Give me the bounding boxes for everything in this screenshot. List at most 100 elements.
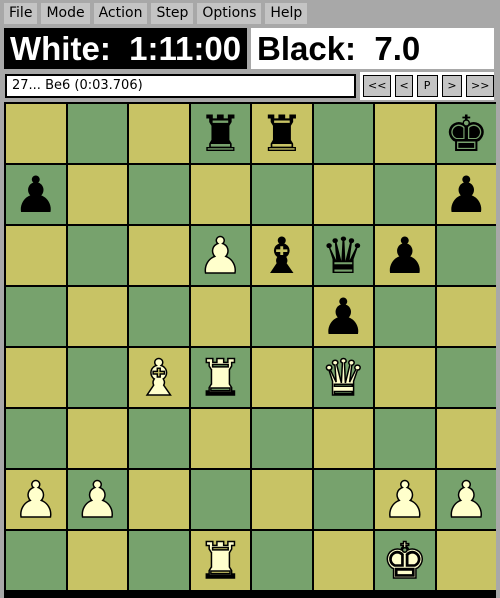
black-rook-icon[interactable]: ♜ [198, 109, 243, 159]
black-pawn-icon[interactable]: ♟ [13, 170, 58, 220]
menu-action[interactable]: Action [93, 3, 148, 24]
square-b4[interactable] [67, 348, 127, 407]
black-rook-icon[interactable]: ♜ [259, 109, 304, 159]
white-queen-icon[interactable]: ♛ [320, 352, 366, 404]
square-d2[interactable] [190, 470, 250, 529]
square-h2[interactable]: ♟ [436, 470, 496, 529]
square-a3[interactable] [6, 409, 66, 468]
white-pawn-icon[interactable]: ♟ [382, 474, 428, 526]
chess-board[interactable]: ♜ ♜ ♚ ♟ ♟ ♟ ♝ ♛ ♟ ♟ ♝ ♜ ♛ ♟ ♟ ♟ ♟ ♜ ♚ [4, 102, 496, 598]
square-c7[interactable] [129, 165, 189, 224]
square-d7[interactable] [190, 165, 250, 224]
square-b6[interactable] [67, 226, 127, 285]
square-h5[interactable] [436, 287, 496, 346]
square-b5[interactable] [67, 287, 127, 346]
menu-mode[interactable]: Mode [41, 3, 90, 24]
square-h3[interactable] [436, 409, 496, 468]
square-a7[interactable]: ♟ [6, 165, 66, 224]
black-pawn-icon[interactable]: ♟ [382, 231, 427, 281]
black-bishop-icon[interactable]: ♝ [259, 231, 304, 281]
square-b2[interactable]: ♟ [67, 470, 127, 529]
square-g5[interactable] [375, 287, 435, 346]
square-h4[interactable] [436, 348, 496, 407]
square-g3[interactable] [375, 409, 435, 468]
square-e6[interactable]: ♝ [252, 226, 312, 285]
square-b1[interactable] [67, 531, 127, 590]
square-d6[interactable]: ♟ [190, 226, 250, 285]
nav-first-button[interactable]: << [363, 75, 392, 97]
square-g7[interactable] [375, 165, 435, 224]
white-pawn-icon[interactable]: ♟ [197, 230, 243, 282]
square-e1[interactable] [252, 531, 312, 590]
square-f2[interactable] [313, 470, 373, 529]
square-f8[interactable] [313, 104, 373, 163]
menu-options[interactable]: Options [197, 3, 262, 24]
white-pawn-icon[interactable]: ♟ [74, 474, 120, 526]
square-e8[interactable]: ♜ [252, 104, 312, 163]
square-g8[interactable] [375, 104, 435, 163]
square-c4[interactable]: ♝ [129, 348, 189, 407]
square-h1[interactable] [436, 531, 496, 590]
square-g2[interactable]: ♟ [375, 470, 435, 529]
square-e2[interactable] [252, 470, 312, 529]
nav-pause-button[interactable]: P [416, 75, 438, 97]
square-f6[interactable]: ♛ [313, 226, 373, 285]
square-g6[interactable]: ♟ [375, 226, 435, 285]
square-e3[interactable] [252, 409, 312, 468]
square-a2[interactable]: ♟ [6, 470, 66, 529]
square-d8[interactable]: ♜ [190, 104, 250, 163]
square-a1[interactable] [6, 531, 66, 590]
square-a4[interactable] [6, 348, 66, 407]
square-b7[interactable] [67, 165, 127, 224]
white-clock: White: 1:11:00 [4, 28, 247, 69]
square-c6[interactable] [129, 226, 189, 285]
square-c2[interactable] [129, 470, 189, 529]
white-king-icon[interactable]: ♚ [382, 535, 428, 587]
square-g4[interactable] [375, 348, 435, 407]
square-h8[interactable]: ♚ [436, 104, 496, 163]
square-g1[interactable]: ♚ [375, 531, 435, 590]
square-c5[interactable] [129, 287, 189, 346]
nav-forward-button[interactable]: > [441, 75, 463, 97]
square-f1[interactable] [313, 531, 373, 590]
move-status: 27... Be6 (0:03.706) [5, 74, 356, 98]
square-a5[interactable] [6, 287, 66, 346]
square-c8[interactable] [129, 104, 189, 163]
white-pawn-icon[interactable]: ♟ [443, 474, 489, 526]
square-b3[interactable] [67, 409, 127, 468]
square-f3[interactable] [313, 409, 373, 468]
square-f4[interactable]: ♛ [313, 348, 373, 407]
black-clock: Black: 7.0 [251, 28, 494, 69]
navigation-buttons: << < P > >> [360, 72, 495, 100]
square-e5[interactable] [252, 287, 312, 346]
square-h6[interactable] [436, 226, 496, 285]
square-e4[interactable] [252, 348, 312, 407]
square-d3[interactable] [190, 409, 250, 468]
white-rook-icon[interactable]: ♜ [197, 352, 243, 404]
menu-step[interactable]: Step [151, 3, 194, 24]
menu-help[interactable]: Help [265, 3, 308, 24]
square-c3[interactable] [129, 409, 189, 468]
square-d4[interactable]: ♜ [190, 348, 250, 407]
square-b8[interactable] [67, 104, 127, 163]
square-a6[interactable] [6, 226, 66, 285]
square-d1[interactable]: ♜ [190, 531, 250, 590]
black-queen-icon[interactable]: ♛ [321, 231, 366, 281]
black-pawn-icon[interactable]: ♟ [321, 292, 366, 342]
black-pawn-icon[interactable]: ♟ [444, 170, 489, 220]
square-e7[interactable] [252, 165, 312, 224]
nav-last-button[interactable]: >> [466, 75, 495, 97]
menu-file[interactable]: File [4, 3, 38, 24]
menu-bar: File Mode Action Step Options Help [4, 3, 308, 24]
square-a8[interactable] [6, 104, 66, 163]
white-pawn-icon[interactable]: ♟ [13, 474, 59, 526]
nav-back-button[interactable]: < [395, 75, 413, 97]
square-h7[interactable]: ♟ [436, 165, 496, 224]
square-f5[interactable]: ♟ [313, 287, 373, 346]
white-rook-icon[interactable]: ♜ [197, 535, 243, 587]
square-d5[interactable] [190, 287, 250, 346]
square-f7[interactable] [313, 165, 373, 224]
white-bishop-icon[interactable]: ♝ [136, 352, 182, 404]
square-c1[interactable] [129, 531, 189, 590]
black-king-icon[interactable]: ♚ [444, 109, 489, 159]
